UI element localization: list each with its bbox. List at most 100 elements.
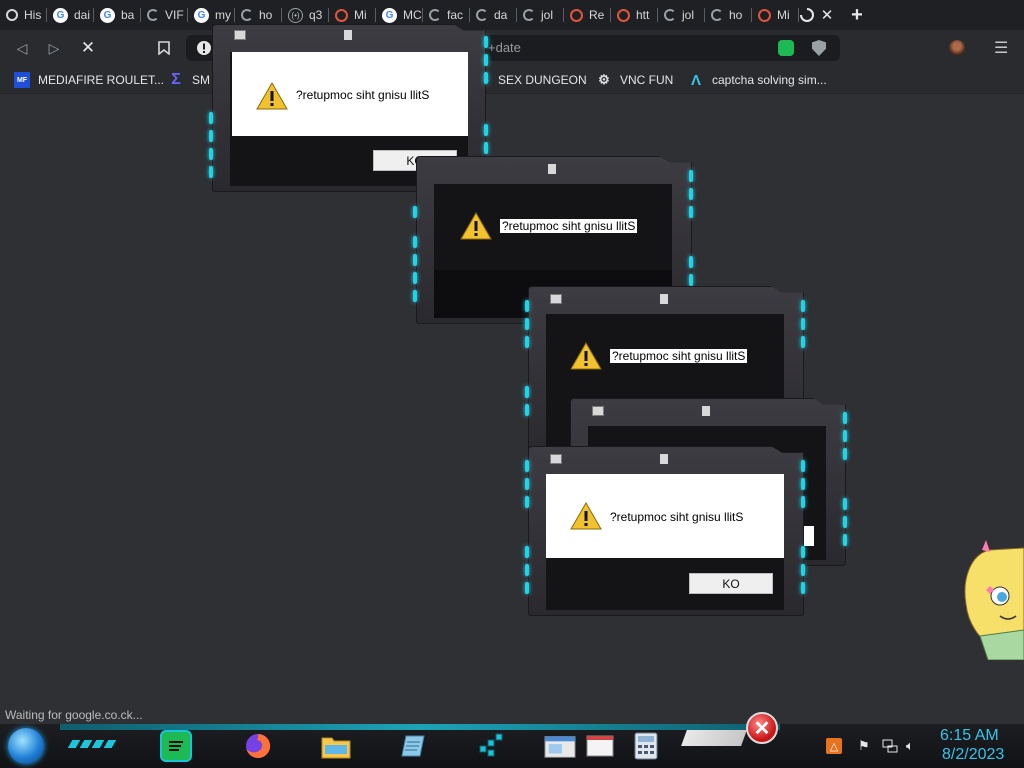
- new-tab-button[interactable]: +: [846, 4, 868, 26]
- tab-label: htt: [636, 8, 650, 22]
- menu-icon[interactable]: ☰: [994, 38, 1008, 58]
- profile-avatar[interactable]: [949, 40, 965, 56]
- title-grip[interactable]: [548, 164, 556, 174]
- google-icon: G: [53, 7, 68, 23]
- google-icon: G: [100, 7, 115, 23]
- warning-icon: [256, 82, 288, 110]
- browser-tab[interactable]: His: [0, 3, 47, 27]
- clock-time[interactable]: 6:15 AM: [940, 727, 999, 745]
- reddit-red-icon: [617, 8, 630, 22]
- close-tab-icon[interactable]: ✕: [816, 4, 838, 26]
- lambda-icon: Λ: [690, 71, 701, 89]
- address-text: +date: [488, 40, 521, 55]
- error-x-icon[interactable]: ✕: [746, 712, 778, 744]
- browser-tab[interactable]: jol: [517, 3, 564, 27]
- browser-tab[interactable]: jol: [658, 3, 705, 27]
- forward-icon[interactable]: ▷: [44, 38, 64, 58]
- tab-label: ho: [259, 8, 273, 22]
- loading-spinner-icon: [796, 4, 818, 26]
- browser-tab[interactable]: Gdai: [47, 3, 94, 27]
- calculator-icon[interactable]: [630, 730, 662, 762]
- tab-label: Mi: [354, 8, 367, 22]
- bookmark-captcha[interactable]: Λ captcha solving sim...: [688, 71, 827, 89]
- reddit-red-icon: [335, 8, 348, 22]
- browser-tab[interactable]: Gba: [94, 3, 141, 27]
- tab-label: my: [215, 8, 231, 22]
- bookmark-label: captcha solving sim...: [712, 73, 827, 87]
- tab-label: jol: [541, 8, 554, 22]
- title-grip[interactable]: [660, 454, 668, 464]
- browser-tab[interactable]: Mi: [752, 3, 799, 27]
- flag-icon[interactable]: ⚑: [858, 738, 870, 754]
- warning-icon: [570, 342, 602, 370]
- window-app-icon[interactable]: [544, 730, 576, 762]
- window-icon: [550, 454, 562, 464]
- window-icon: [550, 294, 562, 304]
- history-icon: [6, 9, 18, 21]
- spinner-icon: [664, 9, 676, 21]
- file-explorer-icon[interactable]: [320, 730, 352, 762]
- tab-label: fac: [447, 8, 464, 22]
- bookmark-sm[interactable]: Σ SM: [168, 71, 210, 89]
- vnc-icon: ⚙: [598, 72, 610, 87]
- clock-date[interactable]: 8/2/2023: [942, 746, 1004, 764]
- tab-label: ho: [729, 8, 743, 22]
- start-button[interactable]: [8, 728, 44, 764]
- browser-tab[interactable]: ho: [705, 3, 752, 27]
- bookmark-mediafire[interactable]: MF MEDIAFIRE ROULET...: [14, 71, 164, 89]
- ok-button[interactable]: KO: [689, 573, 773, 594]
- site-info-icon[interactable]: [194, 38, 214, 58]
- dialog-message: ?retupmoc siht gnisu llitS: [610, 349, 748, 363]
- spinner-icon: [523, 9, 535, 21]
- tab-bar: His Gdai Gba VIF Gmy ho (•) q3 Mi G MC fac da jol Re ht…: [0, 0, 1024, 30]
- cartoon-character-image: [964, 540, 1024, 660]
- firefox-icon[interactable]: [242, 730, 274, 762]
- reddit-red-icon: [570, 8, 583, 22]
- browser-tab[interactable]: Re: [564, 3, 611, 27]
- bookmark-label: MEDIAFIRE ROULET...: [38, 73, 165, 87]
- network-app-icon[interactable]: [476, 730, 508, 762]
- bookmark-vnc-fun[interactable]: ⚙ VNC FUN: [596, 71, 673, 89]
- back-icon[interactable]: ◁: [12, 38, 32, 58]
- title-grip[interactable]: [344, 30, 352, 40]
- bookmark-label: VNC FUN: [620, 73, 674, 87]
- title-grip[interactable]: [660, 294, 668, 304]
- window-app-icon[interactable]: [584, 730, 616, 762]
- tab-label: ba: [121, 8, 135, 22]
- window-icon: [592, 406, 604, 416]
- dialog-message: ?retupmoc siht gnisu llitS: [500, 219, 638, 233]
- volume-icon[interactable]: 🔈︎: [906, 738, 914, 754]
- title-grip[interactable]: [702, 406, 710, 416]
- spotify-extension-icon[interactable]: [778, 40, 794, 56]
- sigma-icon: Σ: [171, 71, 181, 88]
- stop-loading-icon[interactable]: ✕: [78, 38, 98, 58]
- tab-label: q3: [309, 8, 323, 22]
- google-icon: G: [194, 7, 209, 23]
- tab-label: dai: [74, 8, 91, 22]
- bookmark-label: SM: [192, 73, 210, 87]
- tab-label: Re: [589, 8, 605, 22]
- spinner-icon: [711, 9, 723, 21]
- tab-label: Mi: [777, 8, 790, 22]
- warning-icon: [460, 212, 492, 240]
- browser-tab[interactable]: htt: [611, 3, 658, 27]
- spinner-icon: [147, 9, 159, 21]
- browser-tab[interactable]: VIF: [141, 3, 188, 27]
- warning-icon: [570, 502, 602, 530]
- loading-status-text: Waiting for google.co.ck...: [5, 708, 143, 722]
- tab-label: His: [24, 8, 42, 22]
- bookmarks-bar: MF MEDIAFIRE ROULET... Σ SM ▸ SEX DUNGEO…: [0, 66, 1024, 94]
- spinner-icon: [476, 9, 488, 21]
- window-icon: [234, 30, 246, 40]
- bookmark-page-icon[interactable]: [154, 38, 174, 58]
- spotify-icon[interactable]: [160, 730, 192, 762]
- warning-dialog: ?retupmoc siht gnisu llitS KO: [525, 446, 805, 616]
- bookmark-sex-dungeon[interactable]: ▸ SEX DUNGEON: [482, 71, 587, 89]
- dialog-message: ?retupmoc siht gnisu llitS: [296, 88, 430, 102]
- spinner-icon: [429, 9, 441, 21]
- taskbar: [0, 724, 1024, 768]
- tab-label: da: [494, 8, 508, 22]
- app-tray-icon[interactable]: △: [826, 738, 842, 754]
- network-icon[interactable]: [882, 738, 898, 757]
- notes-app-icon[interactable]: [398, 730, 430, 762]
